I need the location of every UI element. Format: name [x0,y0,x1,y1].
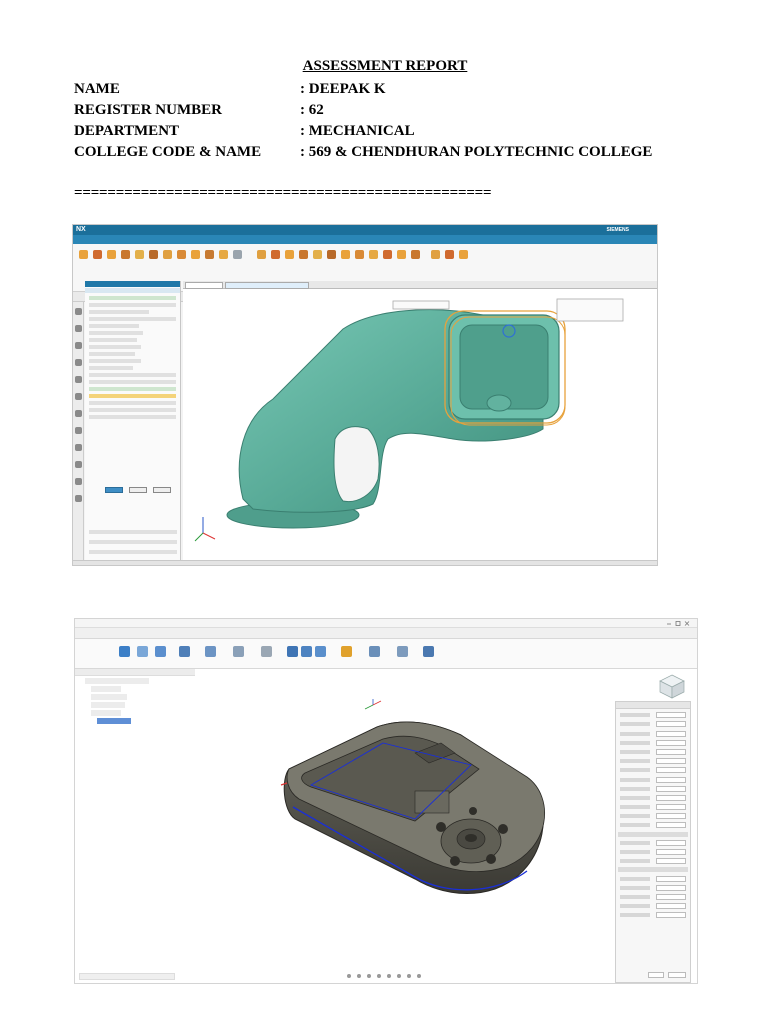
nx-manifold-model [194,298,624,542]
nx-screenshot: NX SIEMENS [72,224,658,566]
ribbon-icon [459,250,468,259]
move-face-dialog [85,281,181,560]
field-label: DEPARTMENT [74,123,180,139]
fusion-bottom-bar [75,971,697,983]
ribbon-icon [355,250,364,259]
ribbon-icon [313,250,322,259]
multi-axis-icon [205,646,216,657]
nx-menu-bar [73,235,657,244]
ribbon-icon [257,250,266,259]
inspect-icon [341,646,352,657]
ribbon-icon [121,250,130,259]
ok-button [105,487,123,493]
actions-icon [315,646,326,657]
cutting-icon [261,646,272,657]
cancel-button [153,487,171,493]
3d-icon [155,646,166,657]
ribbon-icon [191,250,200,259]
turning-icon [233,646,244,657]
ribbon-icon [271,250,280,259]
nx-status-bar [73,560,657,565]
ribbon-icon [177,250,186,259]
actions-icon [301,646,312,657]
ribbon-icon [93,250,102,259]
siemens-logo: SIEMENS [606,227,629,233]
section-divider: ========================================… [74,185,492,201]
ribbon-icon [219,250,228,259]
ribbon-icon [445,250,454,259]
navigation-toolbar [347,974,421,978]
ribbon-icon [383,250,392,259]
field-value: : MECHANICAL [300,123,415,139]
ribbon-icon [205,250,214,259]
ribbon-icon [107,250,116,259]
manage-icon [369,646,380,657]
ribbon-icon [135,250,144,259]
ribbon-icon [341,250,350,259]
ribbon-icon [285,250,294,259]
ribbon-icon [397,250,406,259]
ribbon-icon [79,250,88,259]
nx-tab-strip [183,281,657,289]
field-label: NAME [74,81,120,97]
apply-button [129,487,147,493]
ribbon-icon [411,250,420,259]
2d-icon [137,646,148,657]
fusion-pickup-part-model [280,699,546,895]
add-ins-icon [397,646,408,657]
ribbon-icon [233,250,242,259]
fusion-manufacture-toolbar [75,639,697,669]
ribbon-icon [327,250,336,259]
select-icon [423,646,434,657]
fusion-title-bar [75,619,697,628]
field-label: REGISTER NUMBER [74,102,222,118]
ribbon-icon [163,250,172,259]
2d-contour-dialog [615,701,691,983]
nx-graphics-window [183,289,657,560]
ribbon-icon [299,250,308,259]
field-value: : 62 [300,102,324,118]
actions-icon [287,646,298,657]
tab-part-file [225,282,309,289]
field-label: COLLEGE CODE & NAME [74,144,262,160]
fusion-screenshot [74,618,698,984]
tab-welcome-page [185,282,223,289]
ribbon-icon [149,250,158,259]
ribbon-icon [431,250,440,259]
nx-title-bar: NX SIEMENS [73,225,657,235]
ribbon-icon [369,250,378,259]
fusion-quick-access-bar [75,628,697,639]
setup-icon [119,646,130,657]
report-title: ASSESSMENT REPORT [302,58,468,74]
field-value: : DEEPAK K [300,81,386,97]
comments-panel [79,973,175,980]
drilling-icon [179,646,190,657]
resource-bar [73,302,84,560]
viewcube-icon [659,674,685,699]
field-value: : 569 & CHENDHURAN POLYTECHNIC COLLEGE [300,144,653,160]
window-controls-icon [667,621,690,626]
fusion-browser-panel [75,669,195,727]
nx-logo: NX [76,226,86,233]
